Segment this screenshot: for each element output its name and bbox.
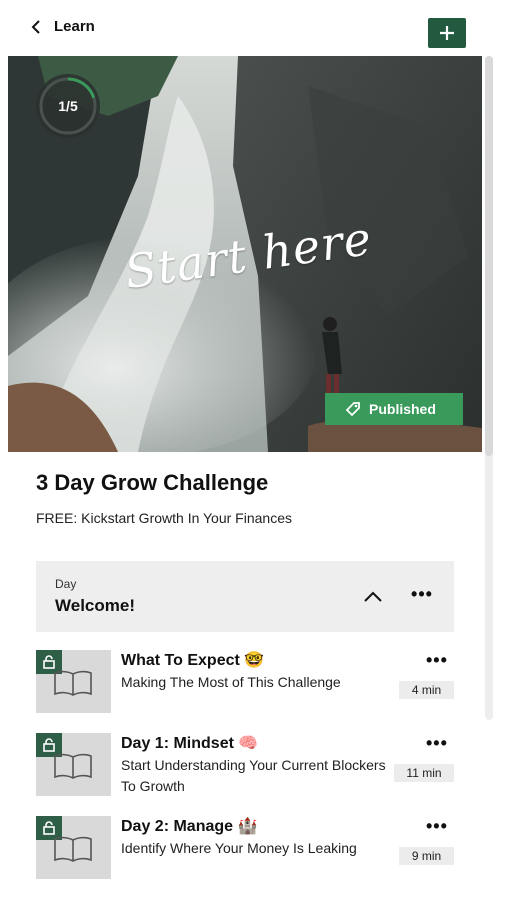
chevron-up-icon[interactable] — [362, 587, 384, 607]
lesson-thumbnail — [36, 733, 111, 796]
lesson-description: Start Understanding Your Current Blocker… — [121, 757, 386, 794]
section-header[interactable]: Day Welcome! ••• — [36, 561, 454, 632]
lesson-item[interactable]: What To Expect 🤓 Making The Most of This… — [36, 650, 454, 716]
hero-image: 1/5 Start here Published — [8, 56, 482, 452]
lesson-title: Day 1: Mindset 🧠 — [121, 735, 259, 752]
lesson-title: Day 2: Manage 🏰 — [121, 818, 258, 835]
lesson-thumbnail — [36, 816, 111, 879]
lesson-item[interactable]: Day 1: Mindset 🧠 Start Understanding You… — [36, 733, 454, 799]
published-label: Published — [369, 401, 436, 417]
lesson-item[interactable]: Day 2: Manage 🏰 Identify Where Your Mone… — [36, 816, 454, 882]
back-label: Learn — [54, 18, 95, 35]
more-icon[interactable]: ••• — [426, 650, 448, 671]
progress-text: 1/5 — [58, 98, 78, 114]
duration-badge: 9 min — [399, 847, 454, 865]
lesson-description: Making The Most of This Challenge — [121, 674, 341, 690]
section-name: Welcome! — [55, 596, 135, 615]
tag-icon — [345, 402, 360, 417]
scrollbar-thumb[interactable] — [485, 56, 493, 456]
chevron-left-icon — [31, 19, 40, 34]
duration-badge: 4 min — [399, 681, 454, 699]
lesson-title: What To Expect 🤓 — [121, 652, 265, 669]
lesson-description: Identify Where Your Money Is Leaking — [121, 840, 357, 856]
more-icon[interactable]: ••• — [426, 816, 448, 837]
book-icon — [54, 836, 92, 862]
book-icon — [54, 753, 92, 779]
duration-badge: 11 min — [394, 764, 454, 782]
course-subtitle: FREE: Kickstart Growth In Your Finances — [36, 510, 292, 526]
more-icon[interactable]: ••• — [410, 583, 434, 605]
more-icon[interactable]: ••• — [426, 733, 448, 754]
top-bar: Learn — [0, 0, 507, 56]
lesson-thumbnail — [36, 650, 111, 713]
published-badge[interactable]: Published — [325, 393, 463, 425]
add-button[interactable] — [428, 18, 466, 48]
course-title: 3 Day Grow Challenge — [36, 470, 269, 495]
plus-icon — [440, 26, 454, 40]
book-icon — [54, 670, 92, 696]
back-button[interactable]: Learn — [28, 18, 95, 35]
section-kicker: Day — [55, 577, 77, 591]
